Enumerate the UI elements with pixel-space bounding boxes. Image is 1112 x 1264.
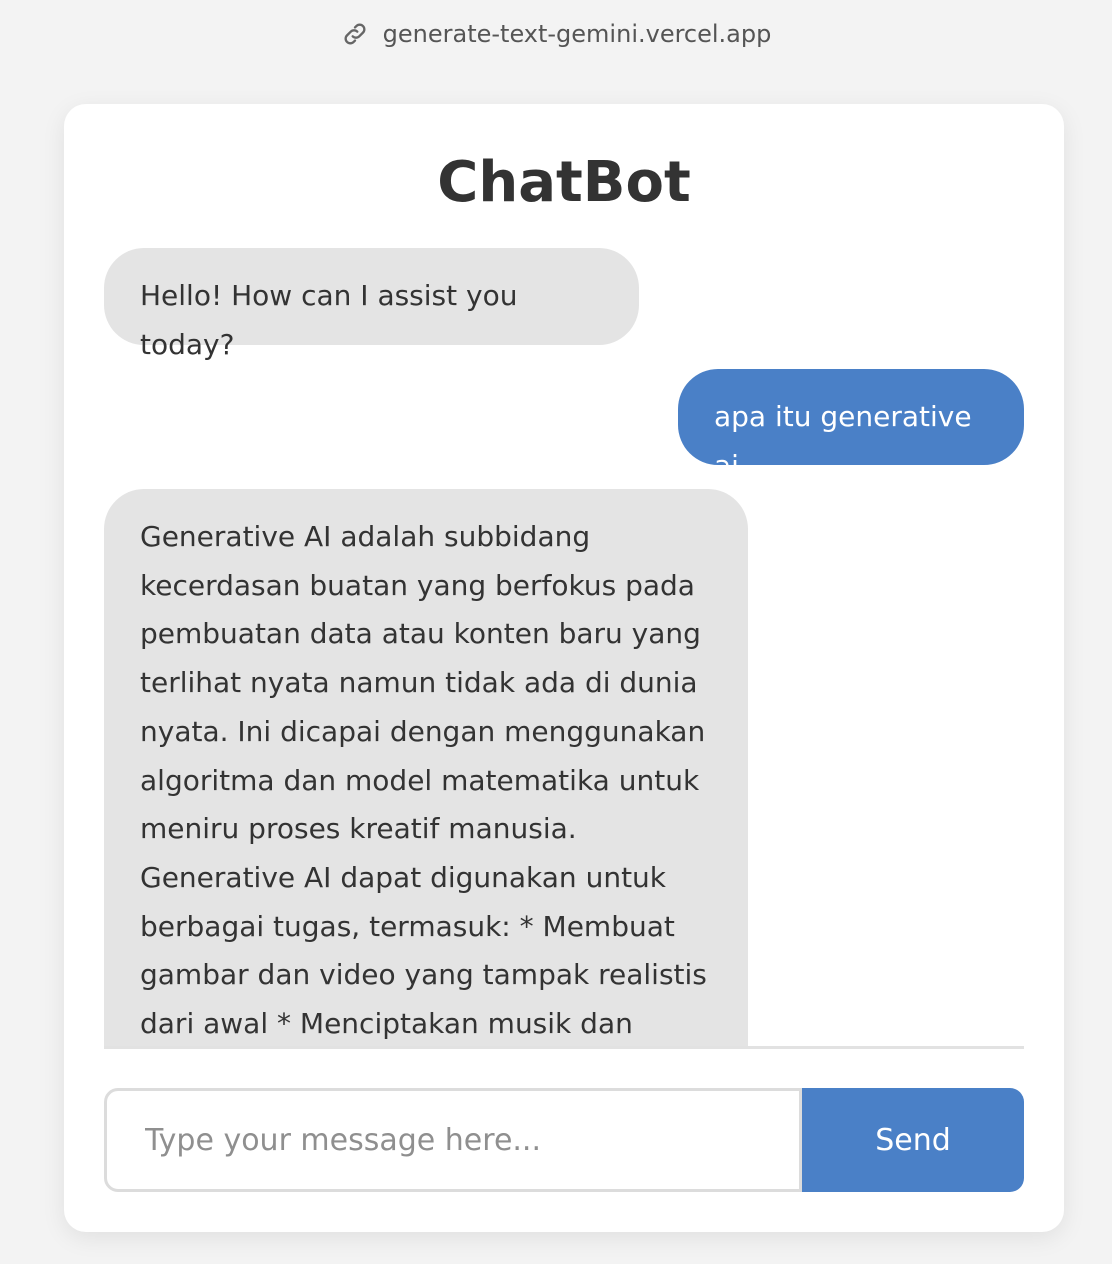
page-title: ChatBot bbox=[437, 150, 691, 215]
message-composer: Send bbox=[104, 1088, 1024, 1192]
link-icon bbox=[341, 20, 369, 48]
send-button[interactable]: Send bbox=[802, 1088, 1024, 1192]
bot-message: Hello! How can I assist you today? bbox=[104, 248, 639, 361]
chat-window[interactable]: Hello! How can I assist you today? apa i… bbox=[104, 248, 1024, 1049]
bot-message: Generative AI adalah subbidang kecerdasa… bbox=[104, 489, 748, 1046]
chatbot-container: ChatBot Hello! How can I assist you toda… bbox=[64, 104, 1064, 1232]
url-text: generate-text-gemini.vercel.app bbox=[382, 20, 772, 48]
message-input[interactable] bbox=[104, 1088, 802, 1192]
user-message: apa itu generative ai bbox=[678, 369, 1024, 482]
address-bar[interactable]: generate-text-gemini.vercel.app bbox=[0, 14, 1112, 54]
